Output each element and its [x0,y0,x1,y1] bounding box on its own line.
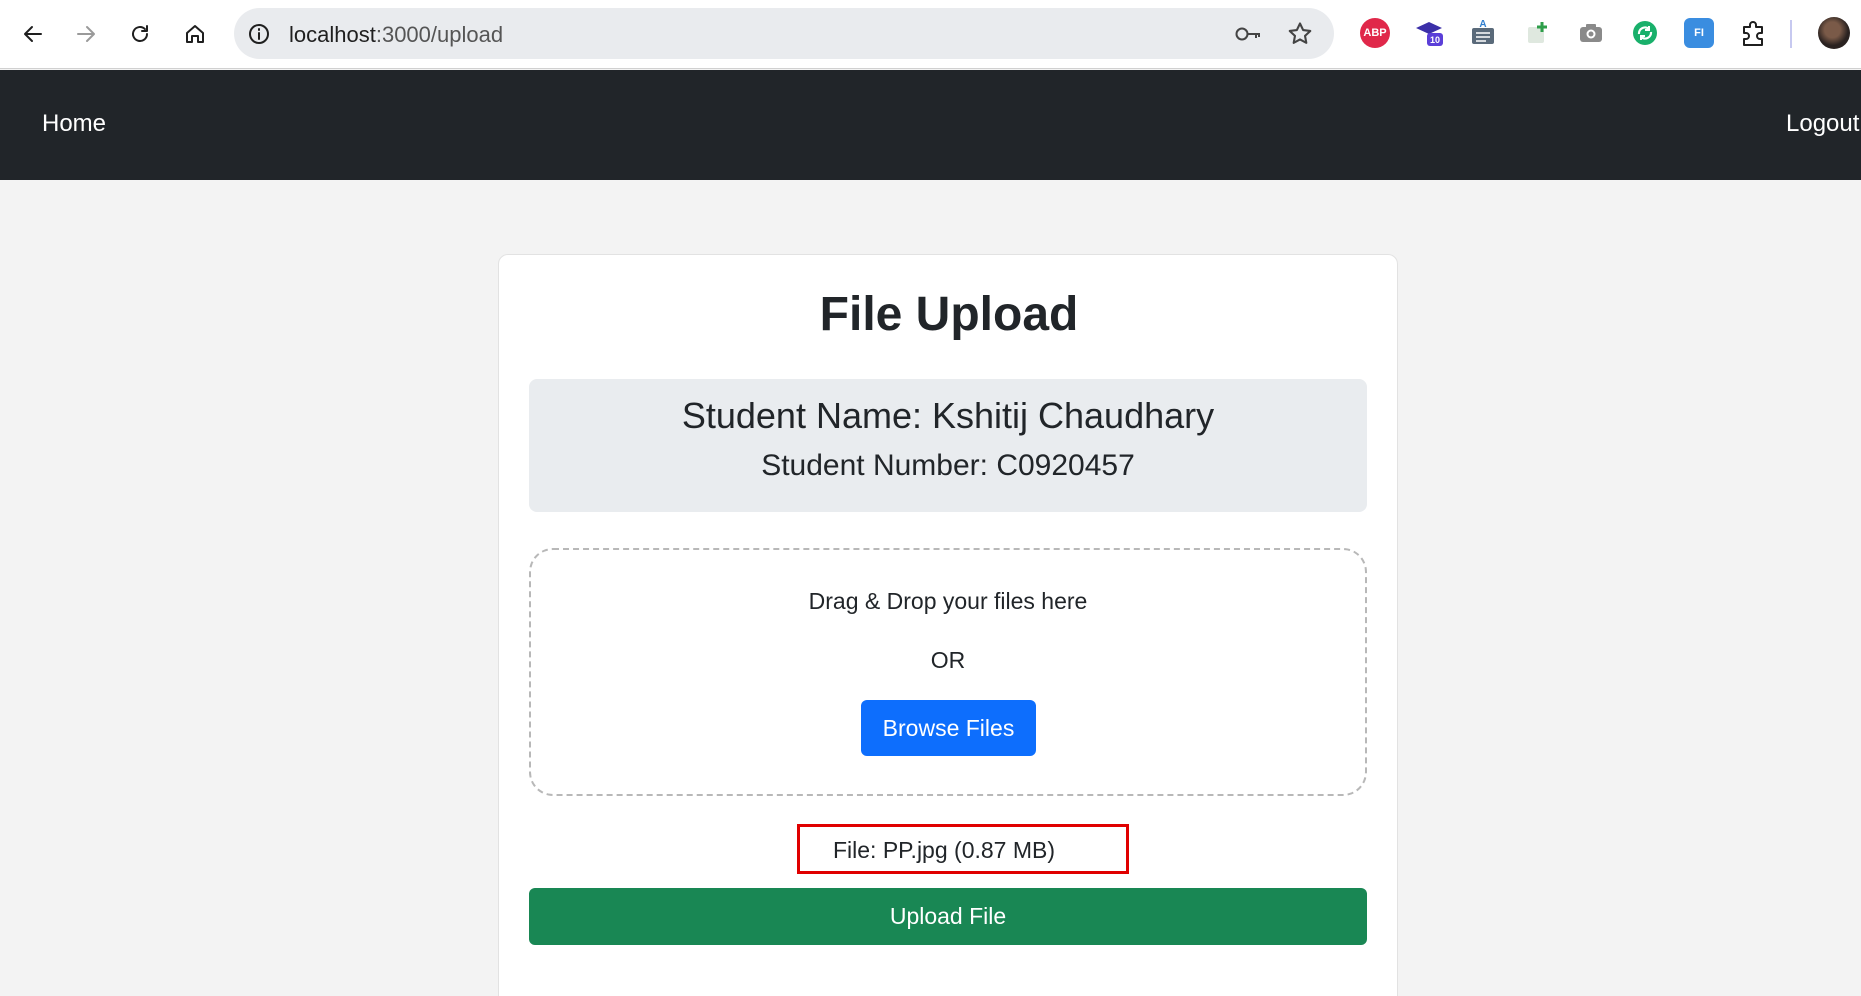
dropzone-instructions: Drag & Drop your files here [808,588,1088,614]
svg-text:A: A [1479,19,1486,30]
forward-button[interactable] [66,14,106,54]
fi-icon[interactable]: FI [1684,18,1714,48]
add-sheet-icon[interactable] [1522,18,1552,48]
home-button[interactable] [175,14,215,54]
url-text[interactable]: localhost:3000/upload [289,22,503,48]
student-info-panel: Student Name: Kshitij Chaudhary Student … [529,379,1367,512]
address-bar[interactable]: localhost:3000/upload [234,8,1334,59]
profile-avatar[interactable] [1818,17,1850,49]
translate-icon[interactable]: A [1468,18,1498,48]
selected-file-label: File: PP.jpg (0.87 MB) [833,837,1056,863]
url-path: :3000/upload [375,22,504,47]
file-dropzone[interactable]: Drag & Drop your files here OR Browse Fi… [529,548,1367,796]
reload-icon [132,25,148,42]
dropzone-or-text: OR [930,647,966,673]
reload-button[interactable] [120,14,160,54]
home-icon [186,25,204,43]
student-name: Student Name: Kshitij Chaudhary [681,395,1215,436]
upload-file-button[interactable]: Upload File [529,888,1367,945]
page-title: File Upload [819,288,1079,341]
camera-icon[interactable] [1576,18,1606,48]
password-key-icon[interactable] [1234,21,1262,47]
bookmark-star-icon[interactable] [1286,20,1314,48]
url-host: localhost [289,22,376,47]
svg-text:10: 10 [1430,35,1440,45]
sync-icon[interactable] [1630,18,1660,48]
app-navbar: Home Logout [0,70,1861,180]
selected-file-info: File: PP.jpg (0.87 MB) [797,824,1129,874]
graduation-cap-icon[interactable]: 10 [1414,18,1444,48]
browse-files-button[interactable]: Browse Files [861,700,1036,756]
toolbar-divider [1790,20,1792,48]
back-arrow-icon [24,26,42,42]
adblock-plus-icon[interactable]: ABP [1360,18,1390,48]
site-info-icon[interactable] [246,21,272,47]
forward-arrow-icon [77,26,95,42]
student-number: Student Number: C0920457 [761,449,1135,482]
nav-home-link[interactable]: Home [42,110,106,138]
back-button[interactable] [13,14,53,54]
upload-card: File Upload Student Name: Kshitij Chaudh… [498,254,1398,996]
nav-logout-link[interactable]: Logout [1786,110,1859,138]
extensions-puzzle-icon[interactable] [1738,18,1768,48]
browser-toolbar: localhost:3000/upload ABP 10 A FI [0,0,1861,69]
